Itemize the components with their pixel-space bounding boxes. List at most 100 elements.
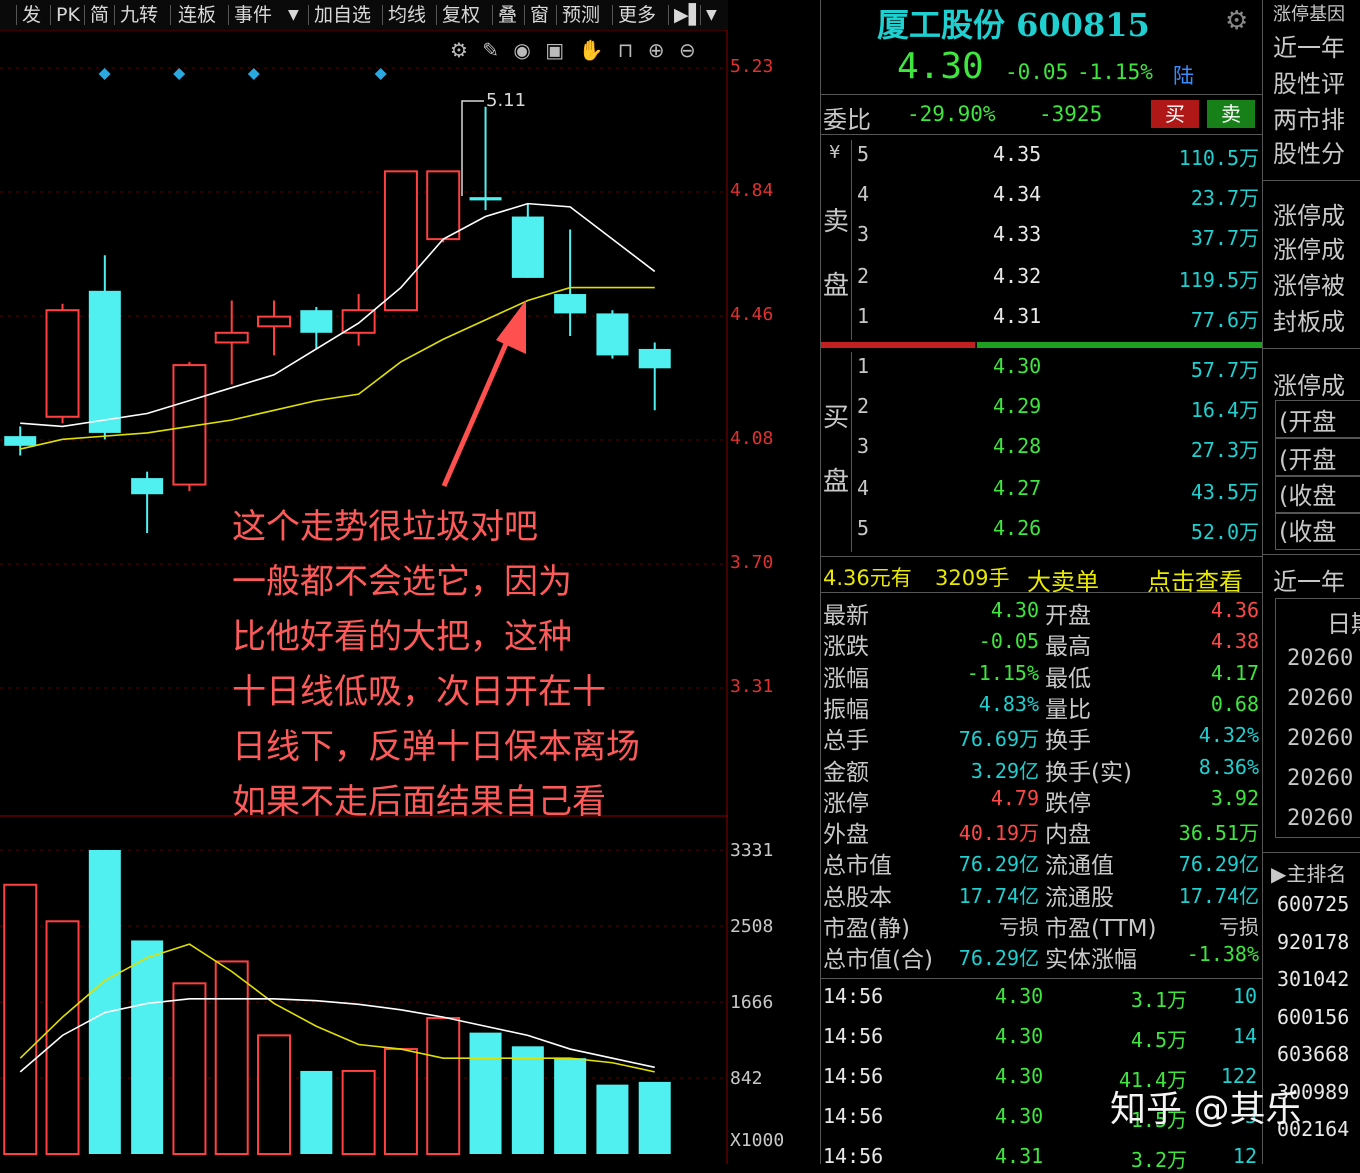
stat-value: 4.30 xyxy=(990,598,1039,622)
volume-bar-down xyxy=(638,1081,671,1154)
ask-volume: 77.6万 xyxy=(1190,308,1259,332)
stat-value: 17.74亿 xyxy=(1178,883,1259,908)
stat-value: 3.92 xyxy=(1210,785,1259,810)
stat-value: -1.38% xyxy=(1186,942,1259,967)
stat-label: 量比 xyxy=(1045,696,1091,723)
stat-label: 跌停 xyxy=(1045,790,1091,817)
ask-price[interactable]: 4.33 xyxy=(993,222,1041,246)
stat-label: 涨幅 xyxy=(823,665,869,692)
bid-price[interactable]: 4.28 xyxy=(993,434,1041,458)
ask-volume: 37.7万 xyxy=(1190,226,1259,250)
volume-axis-label: 2508 xyxy=(730,916,774,937)
bid-price[interactable]: 4.26 xyxy=(993,516,1041,540)
quote-panel: 厦工股份 600815 ⚙ 4.30 -0.05 -1.15% 陆 委比 -29… xyxy=(820,0,1263,1172)
side-year-label: 近一年 xyxy=(1273,568,1345,596)
side-date: 20260 xyxy=(1287,766,1354,791)
stat-label: 换手(实) xyxy=(1045,759,1132,786)
rank-item[interactable]: 603668 xyxy=(1277,1042,1349,1066)
volume-bar-up xyxy=(172,982,207,1156)
stat-label: 总市值(合) xyxy=(823,947,933,974)
bid-label: 买盘 xyxy=(823,403,850,497)
side-box-item: (开盘 xyxy=(1279,408,1337,436)
side-item[interactable]: 股性分 xyxy=(1273,134,1345,169)
stat-label: 市盈(静) xyxy=(823,916,910,942)
ask-level: 5 xyxy=(857,142,870,166)
bid-volume: 57.7万 xyxy=(1190,358,1259,382)
stat-value: 8.36% xyxy=(1198,754,1259,779)
tick-time: 14:56 xyxy=(823,1064,884,1088)
volume-bar-up xyxy=(3,883,38,1155)
side-date: 20260 xyxy=(1287,806,1354,831)
stat-value: 76.29亿 xyxy=(1178,852,1259,877)
side-box-title: 涨停成 xyxy=(1273,372,1345,400)
bid-price[interactable]: 4.30 xyxy=(993,354,1041,378)
volume-unit-label: X1000 xyxy=(730,1130,785,1151)
ask-label: 卖盘 xyxy=(823,207,850,301)
side-box-item: (收盘 xyxy=(1279,482,1337,510)
rank-item[interactable]: 600725 xyxy=(1277,892,1349,916)
annotation-line: 日线下，反弹十日保本离场 xyxy=(232,727,640,767)
rank-title-text: 主排名 xyxy=(1286,862,1347,886)
ask-price[interactable]: 4.34 xyxy=(993,182,1041,206)
side-item: 涨停成 xyxy=(1273,236,1345,264)
annotation-line: 十日线低吸，次日开在十 xyxy=(232,672,606,712)
volume-axis-label: 1666 xyxy=(730,992,774,1013)
volume-bar-down xyxy=(469,1032,502,1154)
rank-item[interactable]: 920178 xyxy=(1277,930,1349,954)
side-date-header: 日期 xyxy=(1327,610,1360,638)
tick-price: 4.30 xyxy=(995,1024,1044,1048)
side-item: 涨停被 xyxy=(1273,272,1345,300)
ask-level: 2 xyxy=(857,264,870,288)
ask-volume: 110.5万 xyxy=(1178,146,1259,170)
stat-value: 亏损 xyxy=(999,915,1039,939)
stock-name: 厦工股份 600815 xyxy=(877,6,1150,44)
buy-button[interactable]: 买 xyxy=(1151,100,1199,128)
side-date: 20260 xyxy=(1287,726,1354,751)
stat-value: 4.36 xyxy=(1210,598,1259,622)
bid-level: 1 xyxy=(857,354,870,378)
big-order-price: 4.36元有 xyxy=(823,566,912,590)
volume-axis-label: 842 xyxy=(730,1068,763,1089)
rank-item[interactable]: 301042 xyxy=(1277,967,1349,991)
ask-level: 1 xyxy=(857,304,870,328)
side-item[interactable]: 两市排 xyxy=(1273,100,1345,135)
stat-label: 振幅 xyxy=(823,696,869,723)
stat-label: 最低 xyxy=(1045,665,1091,692)
tick-time: 14:56 xyxy=(823,984,884,1008)
annotation-line: 如果不走后面结果自己看 xyxy=(232,782,606,822)
stat-value: -0.05 xyxy=(978,629,1039,654)
settings-icon[interactable]: ⚙ xyxy=(1225,6,1248,36)
tick-volume: 3.2万 xyxy=(1130,1148,1187,1172)
market-badge: 陆 xyxy=(1173,64,1194,88)
stat-label: 最高 xyxy=(1045,634,1091,661)
weicha-value: -3925 xyxy=(1039,102,1103,126)
stat-value: 76.29亿 xyxy=(958,852,1039,877)
ask-price[interactable]: 4.32 xyxy=(993,264,1041,288)
rank-item[interactable]: 600156 xyxy=(1277,1005,1349,1029)
stat-label: 涨停 xyxy=(823,790,869,817)
ask-volume: 119.5万 xyxy=(1178,268,1259,292)
tick-price: 4.31 xyxy=(995,1144,1044,1168)
volume-bar-up xyxy=(426,1017,461,1155)
side-item[interactable]: 近一年 xyxy=(1273,28,1345,63)
stat-label: 总股本 xyxy=(823,884,892,911)
ask-price[interactable]: 4.35 xyxy=(993,142,1041,166)
ask-level: 4 xyxy=(857,182,870,206)
sell-button[interactable]: 卖 xyxy=(1207,100,1255,128)
bid-level: 3 xyxy=(857,434,870,458)
ask-price[interactable]: 4.31 xyxy=(993,304,1041,328)
side-box-item: (收盘 xyxy=(1279,518,1337,546)
bid-ratio-bar xyxy=(977,342,1263,348)
stat-value: 0.68 xyxy=(1210,691,1259,716)
stat-value: 4.17 xyxy=(1210,660,1259,685)
tick-price: 4.30 xyxy=(995,984,1044,1008)
side-item: 涨停成 xyxy=(1273,202,1345,230)
bid-price[interactable]: 4.29 xyxy=(993,394,1041,418)
volume-bar-down xyxy=(131,940,164,1154)
tick-time: 14:56 xyxy=(823,1104,884,1128)
side-item[interactable]: 股性评 xyxy=(1273,64,1345,99)
volume-bar-up xyxy=(257,1034,292,1155)
bid-level: 2 xyxy=(857,394,870,418)
bid-price[interactable]: 4.27 xyxy=(993,476,1041,500)
tick-volume: 4.5万 xyxy=(1130,1028,1187,1052)
